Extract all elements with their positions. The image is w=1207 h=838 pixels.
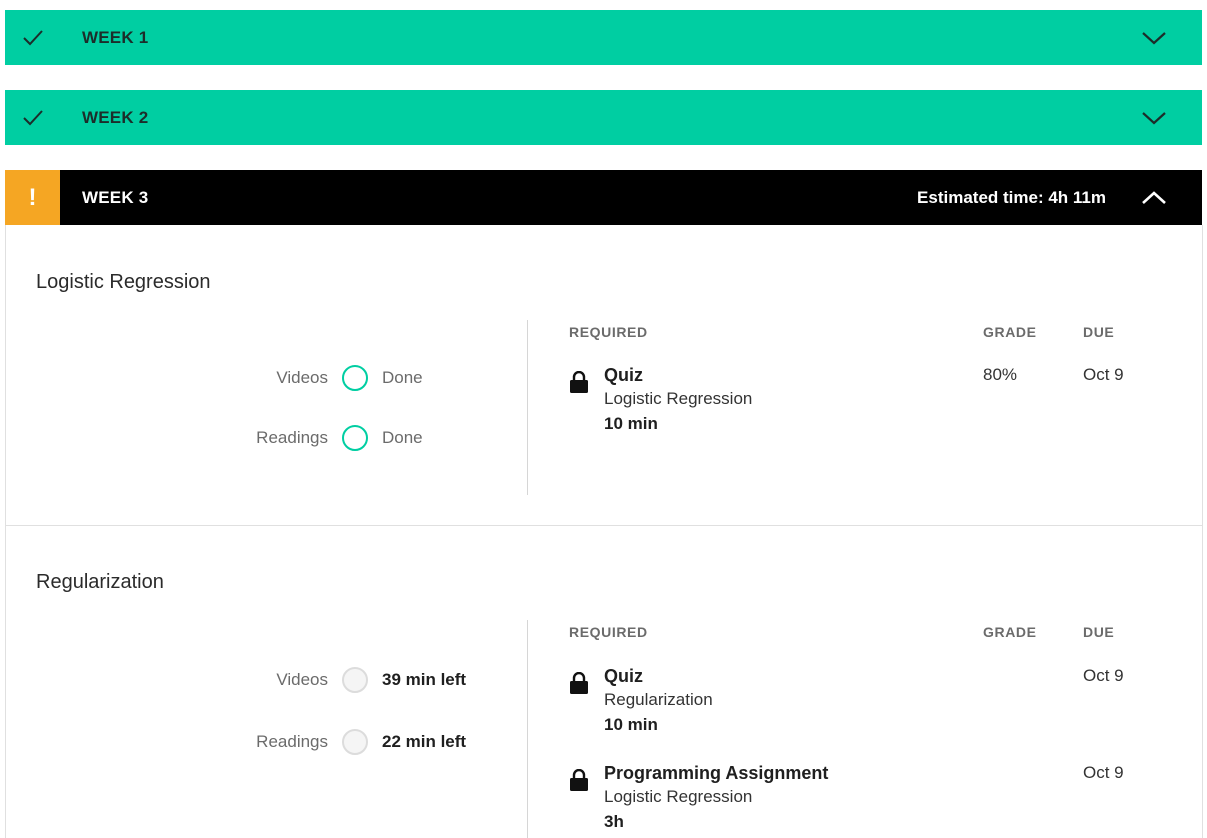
progress-value: 22 min left xyxy=(382,732,467,751)
week-3-content: Logistic Regression Videos Done Readings… xyxy=(5,225,1203,838)
chevron-down-icon[interactable] xyxy=(1142,26,1166,50)
week-2-header[interactable]: WEEK 2 xyxy=(5,90,1202,145)
warning-icon: ! xyxy=(5,170,60,225)
progress-label: Videos xyxy=(276,670,328,689)
progress-value: Done xyxy=(382,368,423,387)
due-header: DUE xyxy=(1083,624,1115,640)
item-subtitle: Regularization xyxy=(604,690,713,709)
progress-circle-icon xyxy=(342,729,368,755)
progress-readings: Readings Done xyxy=(128,425,423,451)
progress-circle-icon xyxy=(342,425,368,451)
item-duration: 10 min xyxy=(604,414,658,433)
column-divider xyxy=(527,320,528,495)
progress-value: 39 min left xyxy=(382,670,467,689)
progress-label: Videos xyxy=(276,368,328,387)
check-icon xyxy=(5,10,60,65)
progress-value: Done xyxy=(382,428,423,447)
progress-label: Readings xyxy=(256,732,328,751)
item-grade: 80% xyxy=(983,365,1018,384)
grade-header: GRADE xyxy=(983,324,1037,340)
item-type: Quiz xyxy=(604,666,643,686)
due-header: DUE xyxy=(1083,324,1115,340)
chevron-down-icon[interactable] xyxy=(1142,106,1166,130)
lesson-title: Regularization xyxy=(36,571,164,593)
item-programming-assignment[interactable]: Programming Assignment Logistic Regressi… xyxy=(569,763,1129,838)
progress-label: Readings xyxy=(256,428,328,447)
progress-videos: Videos Done xyxy=(128,365,423,391)
item-quiz-regularization[interactable]: Quiz Regularization 10 min Oct 9 xyxy=(569,666,1129,741)
lock-icon xyxy=(570,769,588,791)
progress-readings: Readings 22 min left xyxy=(128,729,466,755)
item-duration: 10 min xyxy=(604,715,658,734)
column-divider xyxy=(527,620,528,838)
item-duration: 3h xyxy=(604,812,624,831)
item-due: Oct 9 xyxy=(1083,763,1124,782)
grade-header: GRADE xyxy=(983,624,1037,640)
item-type: Quiz xyxy=(604,365,643,385)
week-2-title: WEEK 2 xyxy=(82,107,149,127)
item-type: Programming Assignment xyxy=(604,763,829,783)
item-quiz-logistic-regression[interactable]: Quiz Logistic Regression 10 min 80% Oct … xyxy=(569,365,1129,440)
lesson-title: Logistic Regression xyxy=(36,271,211,293)
week-3-header[interactable]: ! WEEK 3 Estimated time: 4h 11m xyxy=(5,170,1202,225)
item-subtitle: Logistic Regression xyxy=(604,787,753,806)
check-icon xyxy=(5,90,60,145)
progress-videos: Videos 39 min left xyxy=(128,667,466,693)
lock-icon xyxy=(570,672,588,694)
lock-icon xyxy=(570,371,588,393)
week-3-title: WEEK 3 xyxy=(82,187,149,207)
week-1-header[interactable]: WEEK 1 xyxy=(5,10,1202,65)
week-1-title: WEEK 1 xyxy=(82,27,149,47)
progress-circle-icon xyxy=(342,365,368,391)
lesson-separator xyxy=(6,525,1202,526)
item-due: Oct 9 xyxy=(1083,365,1124,384)
item-due: Oct 9 xyxy=(1083,666,1124,685)
progress-circle-icon xyxy=(342,667,368,693)
estimated-time: Estimated time: 4h 11m xyxy=(917,187,1106,207)
item-subtitle: Logistic Regression xyxy=(604,389,753,408)
required-header: REQUIRED xyxy=(569,324,648,340)
required-header: REQUIRED xyxy=(569,624,648,640)
chevron-up-icon[interactable] xyxy=(1142,186,1166,210)
